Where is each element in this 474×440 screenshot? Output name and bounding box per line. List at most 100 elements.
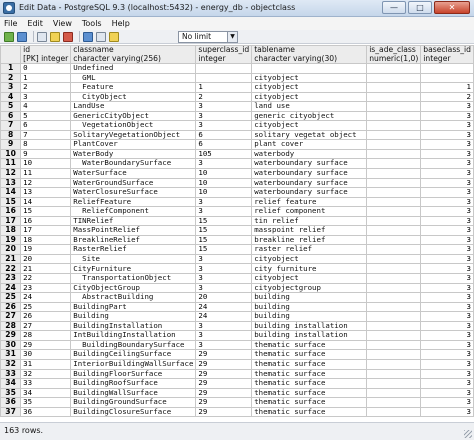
close-button[interactable]: ✕ bbox=[434, 1, 470, 14]
cell-superclass-id[interactable]: 29 bbox=[195, 397, 253, 408]
cell-baseclass-id[interactable]: 3 bbox=[420, 234, 474, 246]
row-number[interactable]: 10 bbox=[0, 148, 22, 160]
table-row[interactable]: 10 9 WaterBody 105 waterbody 3 bbox=[0, 148, 474, 160]
cell-id[interactable]: 18 bbox=[20, 234, 72, 246]
cell-is-ade-class[interactable] bbox=[366, 273, 422, 284]
cell-id[interactable]: 10 bbox=[20, 158, 72, 169]
cell-is-ade-class[interactable] bbox=[366, 139, 422, 150]
cell-superclass-id[interactable]: 3 bbox=[195, 320, 253, 332]
cell-id[interactable]: 22 bbox=[20, 273, 72, 284]
cell-id[interactable]: 34 bbox=[20, 387, 72, 399]
row-number[interactable]: 30 bbox=[0, 339, 22, 351]
cell-id[interactable]: 32 bbox=[20, 368, 72, 380]
cell-classname[interactable]: BuildingWallSurface bbox=[70, 387, 197, 399]
cell-tablename[interactable]: cityobject bbox=[251, 273, 368, 284]
cell-baseclass-id[interactable]: 3 bbox=[420, 378, 474, 389]
cell-baseclass-id[interactable]: 3 bbox=[420, 215, 474, 227]
cell-classname[interactable]: BuildingClosureSurface bbox=[70, 406, 197, 418]
cell-id[interactable]: 5 bbox=[20, 110, 72, 122]
table-row[interactable]: 14 13 WaterClosureSurface 10 waterboundary s… bbox=[0, 187, 474, 198]
cell-id[interactable]: 2 bbox=[20, 82, 72, 93]
table-row[interactable]: 23 22 TransportationObject 3 cityobject 3 bbox=[0, 273, 474, 284]
cell-tablename[interactable]: building bbox=[251, 301, 368, 313]
table-row[interactable]: 16 15 ReliefComponent 3 relief component 3 bbox=[0, 206, 474, 217]
table-row[interactable]: 20 19 RasterRelief 15 raster relief 3 bbox=[0, 244, 474, 255]
row-number[interactable]: 15 bbox=[0, 196, 22, 208]
cell-is-ade-class[interactable] bbox=[366, 177, 422, 189]
cell-id[interactable]: 29 bbox=[20, 339, 72, 351]
cell-superclass-id[interactable]: 3 bbox=[195, 263, 253, 275]
cell-superclass-id[interactable]: 29 bbox=[195, 358, 253, 370]
cell-classname[interactable]: Site bbox=[70, 253, 197, 265]
cell-is-ade-class[interactable] bbox=[366, 387, 422, 399]
cell-baseclass-id[interactable]: 3 bbox=[420, 187, 474, 198]
filter-sort-icon[interactable] bbox=[96, 31, 106, 42]
table-row[interactable]: 12 11 WaterSurface 10 waterboundary surface 3 bbox=[0, 168, 474, 179]
cell-tablename[interactable]: cityobject bbox=[251, 91, 368, 103]
save-icon[interactable] bbox=[17, 31, 27, 42]
cell-is-ade-class[interactable] bbox=[366, 282, 422, 294]
cell-classname[interactable]: VegetationObject bbox=[70, 120, 197, 131]
row-number[interactable]: 9 bbox=[0, 139, 22, 150]
cell-superclass-id[interactable]: 6 bbox=[195, 139, 253, 150]
cell-classname[interactable]: ReliefFeature bbox=[70, 196, 197, 208]
table-row[interactable]: 15 14 ReliefFeature 3 relief feature 3 bbox=[0, 196, 474, 208]
cell-is-ade-class[interactable] bbox=[366, 406, 422, 418]
cell-classname[interactable]: IntBuildingInstallation bbox=[70, 330, 197, 341]
cell-is-ade-class[interactable] bbox=[366, 110, 422, 122]
cell-classname[interactable]: SolitaryVegetationObject bbox=[70, 129, 197, 141]
row-number[interactable]: 14 bbox=[0, 187, 22, 198]
filter-icon[interactable] bbox=[83, 31, 93, 42]
cell-classname[interactable]: CityObjectGroup bbox=[70, 282, 197, 294]
cell-baseclass-id[interactable]: 3 bbox=[420, 339, 474, 351]
cell-tablename[interactable]: city furniture bbox=[251, 263, 368, 275]
row-number[interactable]: 11 bbox=[0, 158, 22, 169]
cell-superclass-id[interactable]: 3 bbox=[195, 339, 253, 351]
cell-classname[interactable]: TransportationObject bbox=[70, 273, 197, 284]
cell-classname[interactable]: BuildingGroundSurface bbox=[70, 397, 197, 408]
cell-baseclass-id[interactable] bbox=[420, 63, 474, 74]
cell-superclass-id[interactable]: 3 bbox=[195, 330, 253, 341]
row-limit-select[interactable]: No limit ▼ bbox=[178, 31, 238, 43]
cell-id[interactable]: 7 bbox=[20, 129, 72, 141]
cell-baseclass-id[interactable]: 3 bbox=[420, 368, 474, 380]
cell-baseclass-id[interactable]: 3 bbox=[420, 253, 474, 265]
cell-superclass-id[interactable]: 3 bbox=[195, 282, 253, 294]
cell-baseclass-id[interactable]: 3 bbox=[420, 158, 474, 169]
cell-id[interactable]: 13 bbox=[20, 187, 72, 198]
cell-id[interactable]: 1 bbox=[20, 72, 72, 84]
cell-tablename[interactable]: waterboundary surface bbox=[251, 187, 368, 198]
cell-superclass-id[interactable]: 2 bbox=[195, 91, 253, 103]
column-header-superclass-id[interactable]: superclass_id integer bbox=[195, 45, 253, 64]
cell-id[interactable]: 9 bbox=[20, 148, 72, 160]
cell-id[interactable]: 25 bbox=[20, 301, 72, 313]
cell-superclass-id[interactable]: 15 bbox=[195, 244, 253, 255]
table-row[interactable]: 35 34 BuildingWallSurface 29 thematic surfac… bbox=[0, 387, 474, 399]
cell-superclass-id[interactable]: 3 bbox=[195, 158, 253, 169]
cell-is-ade-class[interactable] bbox=[366, 129, 422, 141]
cell-is-ade-class[interactable] bbox=[366, 339, 422, 351]
cell-is-ade-class[interactable] bbox=[366, 82, 422, 93]
cell-baseclass-id[interactable]: 3 bbox=[420, 225, 474, 236]
table-row[interactable]: 13 12 WaterGroundSurface 10 waterboundary su… bbox=[0, 177, 474, 189]
cell-baseclass-id[interactable]: 3 bbox=[420, 206, 474, 217]
table-row[interactable]: 28 27 BuildingInstallation 3 building instal… bbox=[0, 320, 474, 332]
table-row[interactable]: 29 28 IntBuildingInstallation 3 building ins… bbox=[0, 330, 474, 341]
cell-superclass-id[interactable]: 20 bbox=[195, 292, 253, 303]
row-number[interactable]: 33 bbox=[0, 368, 22, 380]
cell-classname[interactable]: AbstractBuilding bbox=[70, 292, 197, 303]
cell-classname[interactable]: CityFurniture bbox=[70, 263, 197, 275]
row-number[interactable]: 31 bbox=[0, 349, 22, 360]
resize-grip[interactable] bbox=[464, 430, 472, 438]
row-number[interactable]: 8 bbox=[0, 129, 22, 141]
cell-superclass-id[interactable]: 24 bbox=[195, 311, 253, 322]
row-number[interactable]: 26 bbox=[0, 301, 22, 313]
row-number[interactable]: 13 bbox=[0, 177, 22, 189]
cell-superclass-id[interactable]: 1 bbox=[195, 82, 253, 93]
cell-id[interactable]: 17 bbox=[20, 225, 72, 236]
cell-is-ade-class[interactable] bbox=[366, 120, 422, 131]
paste-icon[interactable] bbox=[50, 31, 60, 42]
cell-classname[interactable]: BuildingCeilingSurface bbox=[70, 349, 197, 360]
column-header-classname[interactable]: classname character varying(256) bbox=[70, 45, 197, 64]
cell-is-ade-class[interactable] bbox=[366, 225, 422, 236]
